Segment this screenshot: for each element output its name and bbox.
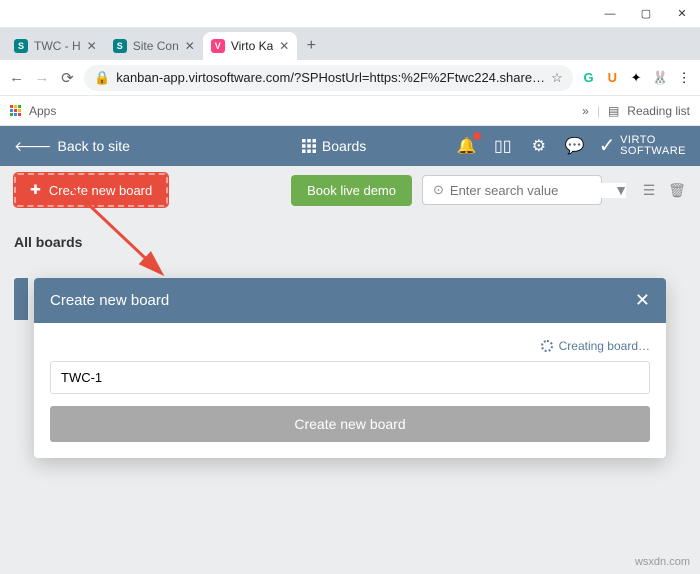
- creating-status: Creating board…: [50, 339, 650, 353]
- virto-logo: ✓ VIRTOSOFTWARE: [599, 135, 686, 157]
- menu-icon[interactable]: ⋮: [676, 68, 692, 88]
- boards-link[interactable]: Boards: [302, 138, 366, 154]
- ubersuggest-icon[interactable]: U: [604, 68, 620, 88]
- reload-button[interactable]: ⟳: [59, 67, 76, 89]
- url-text: kanban-app.virtosoftware.com/?SPHostUrl=…: [116, 70, 545, 85]
- reading-list-icon[interactable]: ▤: [608, 104, 619, 118]
- settings-icon[interactable]: ⚙: [527, 136, 551, 156]
- extensions-icon[interactable]: ✦: [628, 68, 644, 88]
- all-boards-heading: All boards: [14, 234, 686, 250]
- window-close[interactable]: ✕: [664, 0, 700, 28]
- browser-tab[interactable]: S Site Con ✕: [105, 32, 203, 60]
- create-board-modal: Create new board ✕ Creating board… Creat…: [34, 278, 666, 458]
- forward-button[interactable]: →: [33, 67, 50, 89]
- app-topbar: 🡐 Back to site Boards 🔔 ▯▯ ⚙ 💬 ✓ VIRTOSO…: [0, 126, 700, 166]
- back-button[interactable]: ←: [8, 67, 25, 89]
- apps-label[interactable]: Apps: [29, 104, 56, 118]
- notifications-icon[interactable]: 🔔: [455, 136, 479, 156]
- list-icon[interactable]: ☰: [640, 182, 658, 199]
- tab-close-icon[interactable]: ✕: [185, 39, 195, 53]
- virto-icon: V: [211, 39, 225, 53]
- delete-icon[interactable]: 🗑: [668, 182, 686, 199]
- guide-icon[interactable]: ▯▯: [491, 136, 515, 156]
- modal-header: Create new board ✕: [34, 278, 666, 323]
- back-to-site-link[interactable]: 🡐 Back to site: [14, 138, 130, 155]
- star-icon[interactable]: ☆: [551, 70, 563, 86]
- plus-icon: ✚: [30, 182, 41, 198]
- search-box[interactable]: ⊙: [422, 175, 602, 205]
- modal-body: Creating board… Create new board: [34, 323, 666, 458]
- window-maximize[interactable]: ▢: [628, 0, 664, 28]
- address-bar[interactable]: 🔒 kanban-app.virtosoftware.com/?SPHostUr…: [84, 65, 573, 91]
- tab-close-icon[interactable]: ✕: [87, 39, 97, 53]
- create-board-submit[interactable]: Create new board: [50, 406, 650, 442]
- create-label: Create new board: [49, 183, 152, 198]
- browser-toolbar: ← → ⟳ 🔒 kanban-app.virtosoftware.com/?SP…: [0, 60, 700, 96]
- tab-title: TWC - H: [34, 39, 81, 53]
- profile-icon[interactable]: 🐰: [652, 68, 668, 88]
- chat-icon[interactable]: 💬: [563, 136, 587, 156]
- notification-badge: [473, 132, 481, 140]
- app-toolbar: ✚ Create new board Book live demo ⊙ ▼ ☰ …: [0, 166, 700, 214]
- window-minimize[interactable]: —: [592, 0, 628, 28]
- apps-icon[interactable]: [10, 105, 21, 116]
- tab-close-icon[interactable]: ✕: [279, 39, 289, 53]
- sharepoint-icon: S: [14, 39, 28, 53]
- arrow-left-icon: 🡐: [14, 138, 52, 155]
- browser-tab[interactable]: S TWC - H ✕: [6, 32, 105, 60]
- modal-close-button[interactable]: ✕: [635, 290, 650, 311]
- back-label: Back to site: [58, 138, 130, 154]
- create-new-board-button[interactable]: ✚ Create new board: [14, 173, 168, 207]
- browser-tabstrip: S TWC - H ✕ S Site Con ✕ V Virto Ka ✕ +: [0, 28, 700, 60]
- bookmarks-bar: Apps » | ▤ Reading list: [0, 96, 700, 126]
- sharepoint-icon: S: [113, 39, 127, 53]
- grammarly-icon[interactable]: G: [581, 68, 597, 88]
- grid-icon: [302, 139, 316, 153]
- boards-label: Boards: [322, 138, 366, 154]
- browser-tab-active[interactable]: V Virto Ka ✕: [203, 32, 298, 60]
- lock-icon: 🔒: [94, 70, 110, 86]
- logo-mark-icon: ✓: [599, 141, 616, 152]
- modal-title: Create new board: [50, 292, 169, 309]
- board-name-input[interactable]: [50, 361, 650, 394]
- spinner-icon: [541, 340, 553, 352]
- reading-list-label[interactable]: Reading list: [627, 104, 690, 118]
- filter-icon[interactable]: ▼: [612, 182, 630, 198]
- window-titlebar: — ▢ ✕: [0, 0, 700, 28]
- tab-title: Site Con: [133, 39, 179, 53]
- tab-title: Virto Ka: [231, 39, 273, 53]
- search-input[interactable]: [450, 183, 626, 198]
- book-demo-button[interactable]: Book live demo: [291, 175, 412, 206]
- board-card-edge: [14, 278, 28, 320]
- overflow-icon[interactable]: »: [582, 104, 589, 118]
- search-icon: ⊙: [433, 182, 444, 198]
- new-tab-button[interactable]: +: [297, 32, 325, 60]
- watermark: wsxdn.com: [635, 556, 690, 568]
